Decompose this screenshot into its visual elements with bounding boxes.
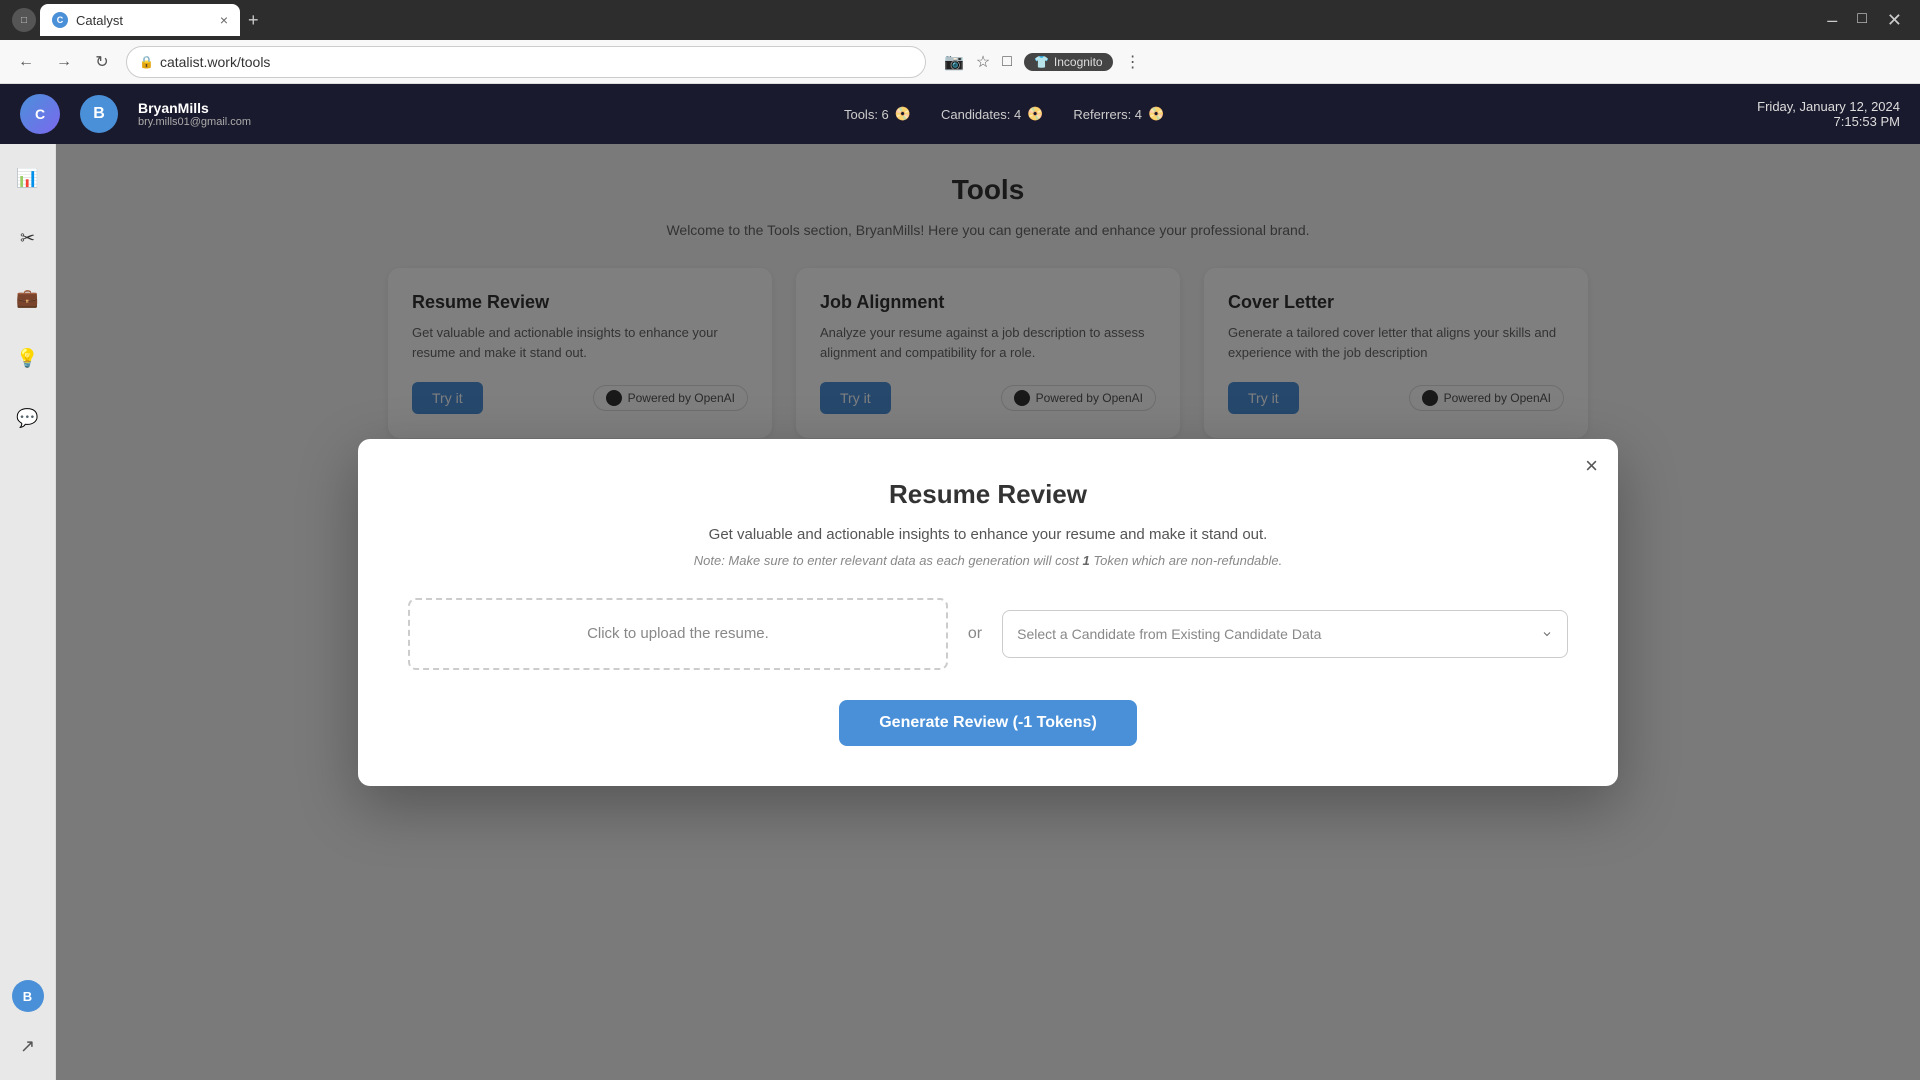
sidebar-bottom: B ↗	[10, 980, 46, 1064]
modal-description: Get valuable and actionable insights to …	[408, 526, 1568, 543]
incognito-icon: 👕	[1034, 55, 1049, 69]
resume-review-modal: × Resume Review Get valuable and actiona…	[358, 439, 1618, 786]
incognito-label: Incognito	[1054, 55, 1103, 69]
browser-frame: □ C Catalyst × + – □ ✕ ← → ↻ 🔒 catalist.…	[0, 0, 1920, 1080]
tools-stat-icon: 📀	[895, 106, 911, 122]
user-name: BryanMills	[138, 100, 251, 116]
modal-overlay[interactable]: × Resume Review Get valuable and actiona…	[56, 144, 1920, 1080]
modal-input-row: Click to upload the resume. or Select a …	[408, 598, 1568, 670]
app-container: C B BryanMills bry.mills01@gmail.com Too…	[0, 84, 1920, 1080]
user-avatar: B	[80, 95, 118, 133]
no-image-icon: 📷	[944, 52, 964, 72]
sidebar-item-tools[interactable]: ✂	[10, 220, 46, 256]
user-email: bry.mills01@gmail.com	[138, 116, 251, 128]
upload-zone[interactable]: Click to upload the resume.	[408, 598, 948, 670]
lock-icon: 🔒	[139, 55, 154, 69]
browser-title-bar: □ C Catalyst × + – □ ✕	[0, 0, 1920, 40]
sidebar-item-briefcase[interactable]: 💼	[10, 280, 46, 316]
sidebar: 📊 ✂ 💼 💡 💬 B ↗	[0, 144, 56, 1080]
bookmark-icon[interactable]: ☆	[976, 52, 990, 72]
sidebar-item-share[interactable]: ↗	[10, 1028, 46, 1064]
tools-stat-label: Tools: 6	[844, 107, 889, 122]
browser-controls: ← → ↻ 🔒 catalist.work/tools 📷 ☆ □ 👕 Inco…	[0, 40, 1920, 84]
referrers-stat-label: Referrers: 4	[1073, 107, 1142, 122]
upload-placeholder: Click to upload the resume.	[587, 625, 769, 642]
incognito-badge: 👕 Incognito	[1024, 53, 1113, 71]
date-line2: 7:15:53 PM	[1757, 114, 1900, 129]
menu-button[interactable]: ⋮	[1125, 52, 1141, 72]
tools-stat: Tools: 6 📀	[844, 106, 911, 122]
forward-button[interactable]: →	[50, 48, 78, 76]
address-bar[interactable]: 🔒 catalist.work/tools	[126, 46, 926, 78]
profile-icon[interactable]: □	[1002, 53, 1012, 71]
header-date: Friday, January 12, 2024 7:15:53 PM	[1757, 99, 1900, 129]
window-close-button[interactable]: ✕	[1887, 10, 1902, 31]
browser-tab[interactable]: C Catalyst ×	[40, 4, 240, 36]
modal-note: Note: Make sure to enter relevant data a…	[408, 553, 1568, 568]
date-line1: Friday, January 12, 2024	[1757, 99, 1900, 114]
modal-close-button[interactable]: ×	[1585, 455, 1598, 477]
header-stats: Tools: 6 📀 Candidates: 4 📀 Referrers: 4 …	[271, 106, 1737, 122]
referrers-stat: Referrers: 4 📀	[1073, 106, 1164, 122]
candidates-stat: Candidates: 4 📀	[941, 106, 1043, 122]
tab-title: Catalyst	[76, 13, 212, 28]
tab-favicon: C	[52, 12, 68, 28]
generate-review-button[interactable]: Generate Review (-1 Tokens)	[839, 700, 1137, 746]
sidebar-item-chart[interactable]: 📊	[10, 160, 46, 196]
app-logo: C	[20, 94, 60, 134]
maximize-button[interactable]: □	[1857, 10, 1867, 31]
or-divider: or	[968, 625, 982, 643]
candidates-stat-icon: 📀	[1027, 106, 1043, 122]
candidates-stat-label: Candidates: 4	[941, 107, 1021, 122]
browser-actions: 📷 ☆ □ 👕 Incognito ⋮	[944, 52, 1141, 72]
tab-close-button[interactable]: ×	[220, 12, 228, 28]
sidebar-user-avatar[interactable]: B	[12, 980, 44, 1012]
sidebar-item-lightbulb[interactable]: 💡	[10, 340, 46, 376]
new-tab-button[interactable]: +	[248, 10, 259, 31]
refresh-button[interactable]: ↻	[88, 48, 116, 76]
back-button[interactable]: ←	[12, 48, 40, 76]
window-controls: □	[12, 8, 36, 32]
referrers-stat-icon: 📀	[1148, 106, 1164, 122]
user-info: BryanMills bry.mills01@gmail.com	[138, 100, 251, 128]
sidebar-item-chat[interactable]: 💬	[10, 400, 46, 436]
minimize-button[interactable]: –	[1827, 10, 1837, 31]
content-area: Tools Welcome to the Tools section, Brya…	[56, 144, 1920, 1080]
main-area: 📊 ✂ 💼 💡 💬 B ↗ Tools Welcome to the Tools…	[0, 144, 1920, 1080]
app-header: C B BryanMills bry.mills01@gmail.com Too…	[0, 84, 1920, 144]
url-display: catalist.work/tools	[160, 54, 270, 70]
modal-title: Resume Review	[408, 479, 1568, 510]
candidate-select[interactable]: Select a Candidate from Existing Candida…	[1002, 610, 1568, 658]
